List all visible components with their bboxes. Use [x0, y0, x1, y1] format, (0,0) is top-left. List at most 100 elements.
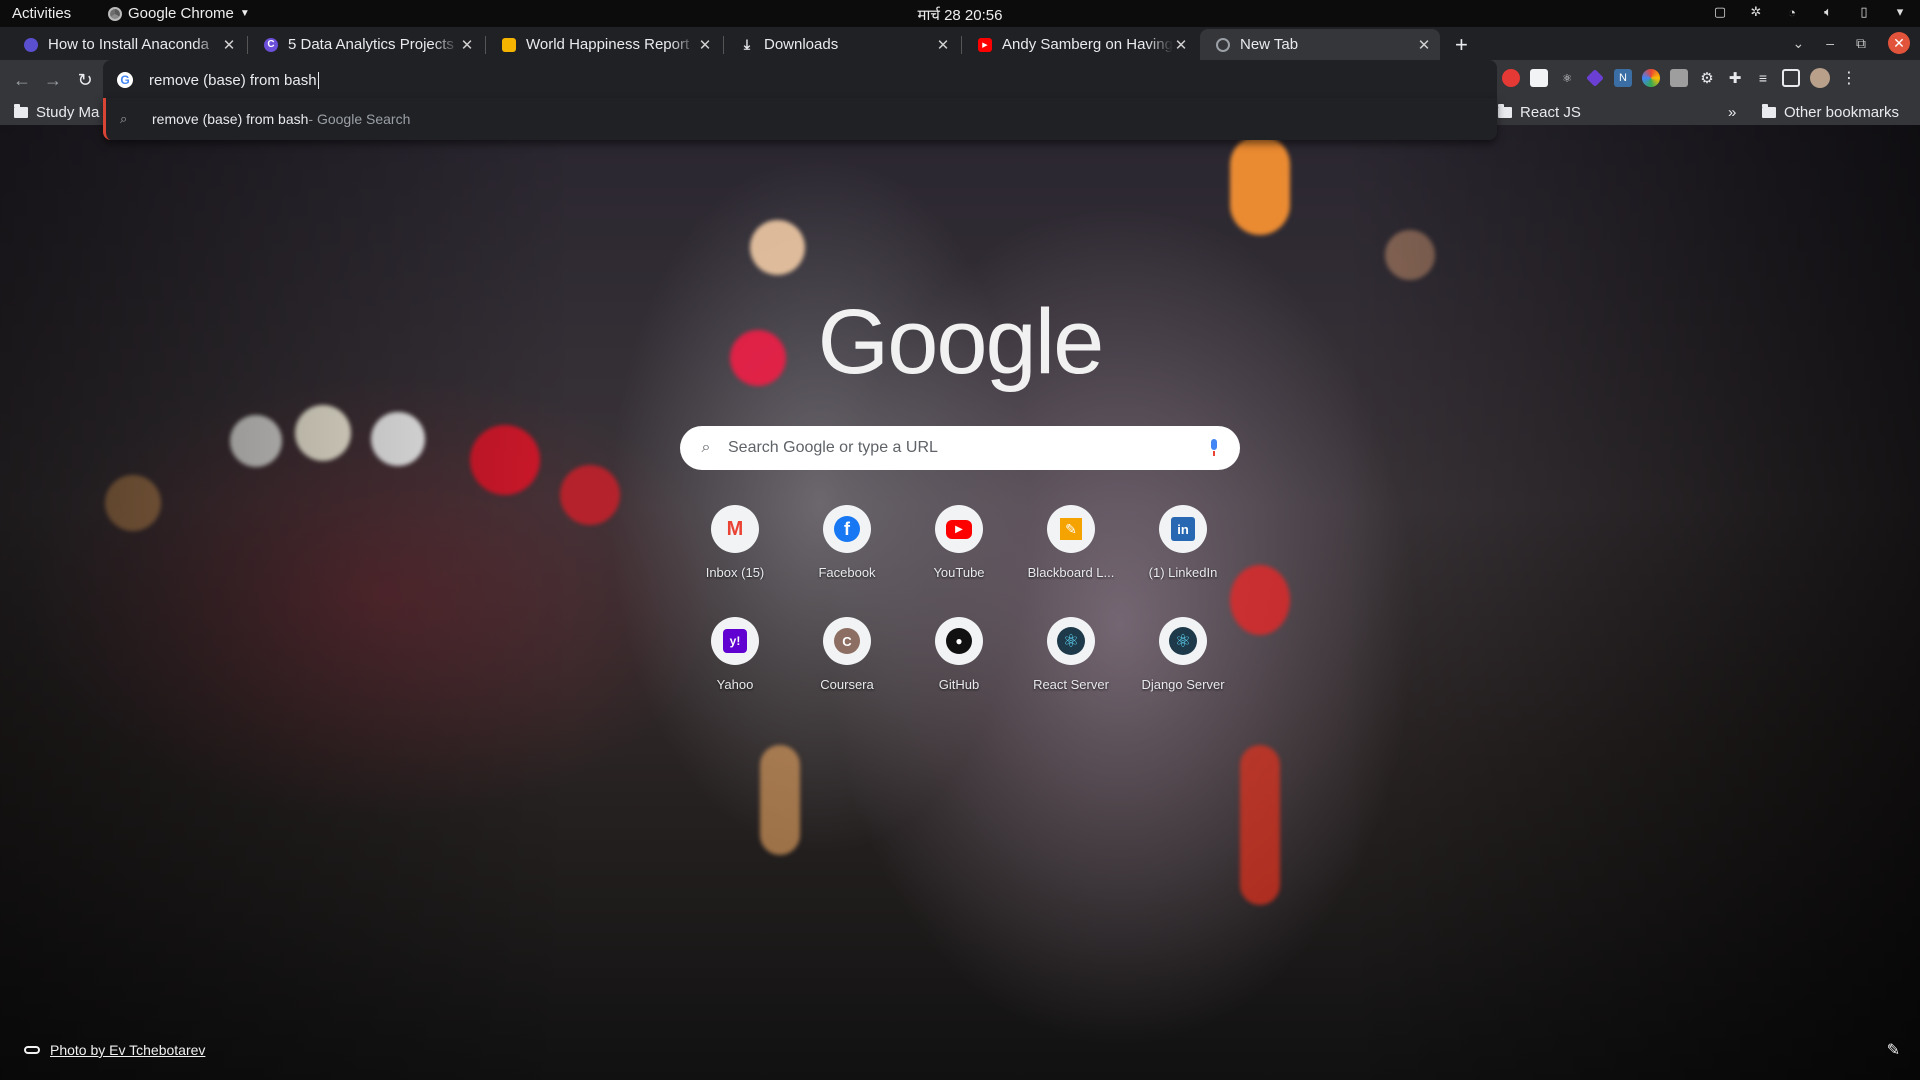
clock[interactable]: मार्च 28 20:56: [0, 5, 1920, 25]
close-icon[interactable]: ✕: [459, 36, 475, 54]
wifi-icon[interactable]: ◔: [1784, 4, 1800, 20]
shortcut-label: GitHub: [938, 677, 980, 692]
tab-title: New Tab: [1240, 36, 1299, 53]
tab-new-tab[interactable]: New Tab ✕: [1200, 29, 1440, 60]
address-input[interactable]: remove (base) from bash: [149, 72, 317, 89]
shortcut-linkedin[interactable]: in (1) LinkedIn: [1127, 505, 1239, 617]
bookmark-folder-study[interactable]: Study Ma: [14, 104, 99, 121]
close-icon[interactable]: ✕: [697, 36, 713, 54]
tab-data-analytics[interactable]: C 5 Data Analytics Projects ✕: [248, 29, 483, 60]
folder-icon: [14, 104, 28, 118]
shortcut-github[interactable]: ● GitHub: [903, 617, 1015, 729]
bookmark-folder-react[interactable]: React JS: [1498, 104, 1581, 121]
slides-icon: [502, 37, 516, 52]
close-window-button[interactable]: ✕: [1888, 32, 1910, 54]
close-icon[interactable]: ✕: [221, 36, 237, 54]
system-top-bar: Activities Google Chrome ▼ मार्च 28 20:5…: [0, 0, 1920, 27]
shortcut-yahoo[interactable]: y! Yahoo: [679, 617, 791, 729]
suggestion-description: - Google Search: [308, 111, 411, 127]
browser-toolbar: ← → ↻ G remove (base) from bash ⚛ N ⚙ ✚ …: [0, 60, 1920, 100]
extensions-puzzle-icon[interactable]: ✚: [1726, 69, 1744, 87]
facebook-icon: f: [823, 505, 871, 553]
reload-button[interactable]: ↻: [73, 68, 97, 92]
volume-icon[interactable]: 🔈︎: [1820, 4, 1836, 20]
pencil-icon[interactable]: ✎: [1887, 1040, 1900, 1060]
extension-react-icon[interactable]: ⚛: [1558, 69, 1576, 87]
extension-purple-icon[interactable]: [1586, 69, 1604, 87]
shortcut-label: Django Server: [1141, 677, 1225, 692]
gear-icon[interactable]: ⚙: [1698, 69, 1716, 87]
coursera-c-icon: C: [264, 37, 278, 52]
tab-strip: How to Install Anaconda ✕ C 5 Data Analy…: [0, 27, 1920, 60]
coursera-icon: C: [823, 617, 871, 665]
new-tab-page: Google ⌕ Search Google or type a URL M I…: [0, 125, 1920, 1080]
search-box[interactable]: ⌕ Search Google or type a URL: [680, 426, 1240, 470]
blackboard-icon: ✎: [1047, 505, 1095, 553]
omnibox-suggestion[interactable]: ⌕ remove (base) from bash - Google Searc…: [103, 98, 1497, 140]
extension-hand-icon[interactable]: [1670, 69, 1688, 87]
close-icon[interactable]: ✕: [935, 36, 951, 54]
avatar[interactable]: [1810, 68, 1830, 88]
bookmark-folder-other[interactable]: Other bookmarks: [1762, 104, 1899, 121]
forward-button[interactable]: →: [41, 68, 65, 92]
yahoo-icon: y!: [711, 617, 759, 665]
battery-icon[interactable]: ▯: [1856, 4, 1872, 20]
extension-red-icon[interactable]: [1502, 69, 1520, 87]
shortcut-inbox[interactable]: M Inbox (15): [679, 505, 791, 617]
chevron-down-icon[interactable]: ▾: [1892, 4, 1908, 20]
new-tab-button[interactable]: +: [1455, 32, 1468, 58]
screen-icon[interactable]: ▢: [1712, 4, 1728, 20]
chevron-down-icon: ▼: [239, 8, 250, 19]
bookmarks-overflow-button[interactable]: »: [1728, 104, 1736, 121]
extension-n-icon[interactable]: N: [1614, 69, 1632, 87]
shortcut-label: Coursera: [820, 677, 874, 692]
photo-credit-link[interactable]: Photo by Ev Tchebotarev: [50, 1042, 205, 1058]
shortcut-django-server[interactable]: ⚛ Django Server: [1127, 617, 1239, 729]
shortcut-label: React Server: [1033, 677, 1109, 692]
side-panel-icon[interactable]: [1782, 69, 1800, 87]
shortcut-coursera[interactable]: C Coursera: [791, 617, 903, 729]
minimize-button[interactable]: –: [1826, 35, 1834, 51]
tab-search-icon[interactable]: ⌄: [1792, 35, 1804, 52]
shortcut-blackboard[interactable]: ✎ Blackboard L...: [1015, 505, 1127, 617]
tab-title: Andy Samberg on Having: [1002, 36, 1173, 53]
microphone-icon[interactable]: [1208, 439, 1220, 457]
shortcut-react-server[interactable]: ⚛ React Server: [1015, 617, 1127, 729]
system-tray[interactable]: ▢ ✲ ◔ 🔈︎ ▯ ▾: [1712, 4, 1908, 20]
search-icon: ⌕: [701, 439, 711, 456]
shortcut-label: (1) LinkedIn: [1148, 565, 1218, 580]
download-icon: ⤓: [743, 36, 751, 52]
close-icon[interactable]: ✕: [1416, 36, 1432, 54]
shortcut-label: Blackboard L...: [1027, 565, 1115, 580]
extension-calendar-icon[interactable]: [1530, 69, 1548, 87]
react-icon: ⚛: [1047, 617, 1095, 665]
tab-title: Downloads: [764, 36, 839, 53]
bookmark-label: Other bookmarks: [1784, 104, 1900, 121]
folder-icon: [1498, 104, 1512, 118]
tab-downloads[interactable]: ⤓ Downloads ✕: [724, 29, 959, 60]
google-g-icon: G: [117, 72, 133, 88]
app-menu[interactable]: Google Chrome ▼: [108, 5, 250, 22]
extension-color-icon[interactable]: [1642, 69, 1660, 87]
shortcut-facebook[interactable]: f Facebook: [791, 505, 903, 617]
tab-title: World Happiness Report: [526, 36, 690, 53]
tab-world-happiness[interactable]: World Happiness Report ✕: [486, 29, 721, 60]
close-icon[interactable]: ✕: [1173, 36, 1189, 54]
window-controls: ⌄ – ⧉ ✕: [1792, 32, 1910, 54]
shortcut-label: YouTube: [933, 565, 985, 580]
maximize-button[interactable]: ⧉: [1856, 35, 1866, 52]
app-name: Google Chrome: [128, 5, 234, 22]
shortcut-youtube[interactable]: ▶ YouTube: [903, 505, 1015, 617]
kebab-menu-icon[interactable]: ⋮: [1840, 69, 1858, 87]
photo-credit[interactable]: Photo by Ev Tchebotarev: [24, 1042, 205, 1058]
back-button[interactable]: ←: [10, 68, 34, 92]
activities-button[interactable]: Activities: [12, 5, 71, 22]
search-input[interactable]: Search Google or type a URL: [728, 439, 1208, 457]
tab-anaconda[interactable]: How to Install Anaconda ✕: [8, 29, 245, 60]
address-bar[interactable]: G remove (base) from bash: [103, 60, 1497, 100]
slack-icon[interactable]: ✲: [1748, 4, 1764, 20]
chrome-icon: [108, 6, 122, 21]
media-queue-icon[interactable]: ≡: [1754, 69, 1772, 87]
gmail-icon: M: [711, 505, 759, 553]
tab-andy-samberg[interactable]: ▶ Andy Samberg on Having ✕: [962, 29, 1197, 60]
